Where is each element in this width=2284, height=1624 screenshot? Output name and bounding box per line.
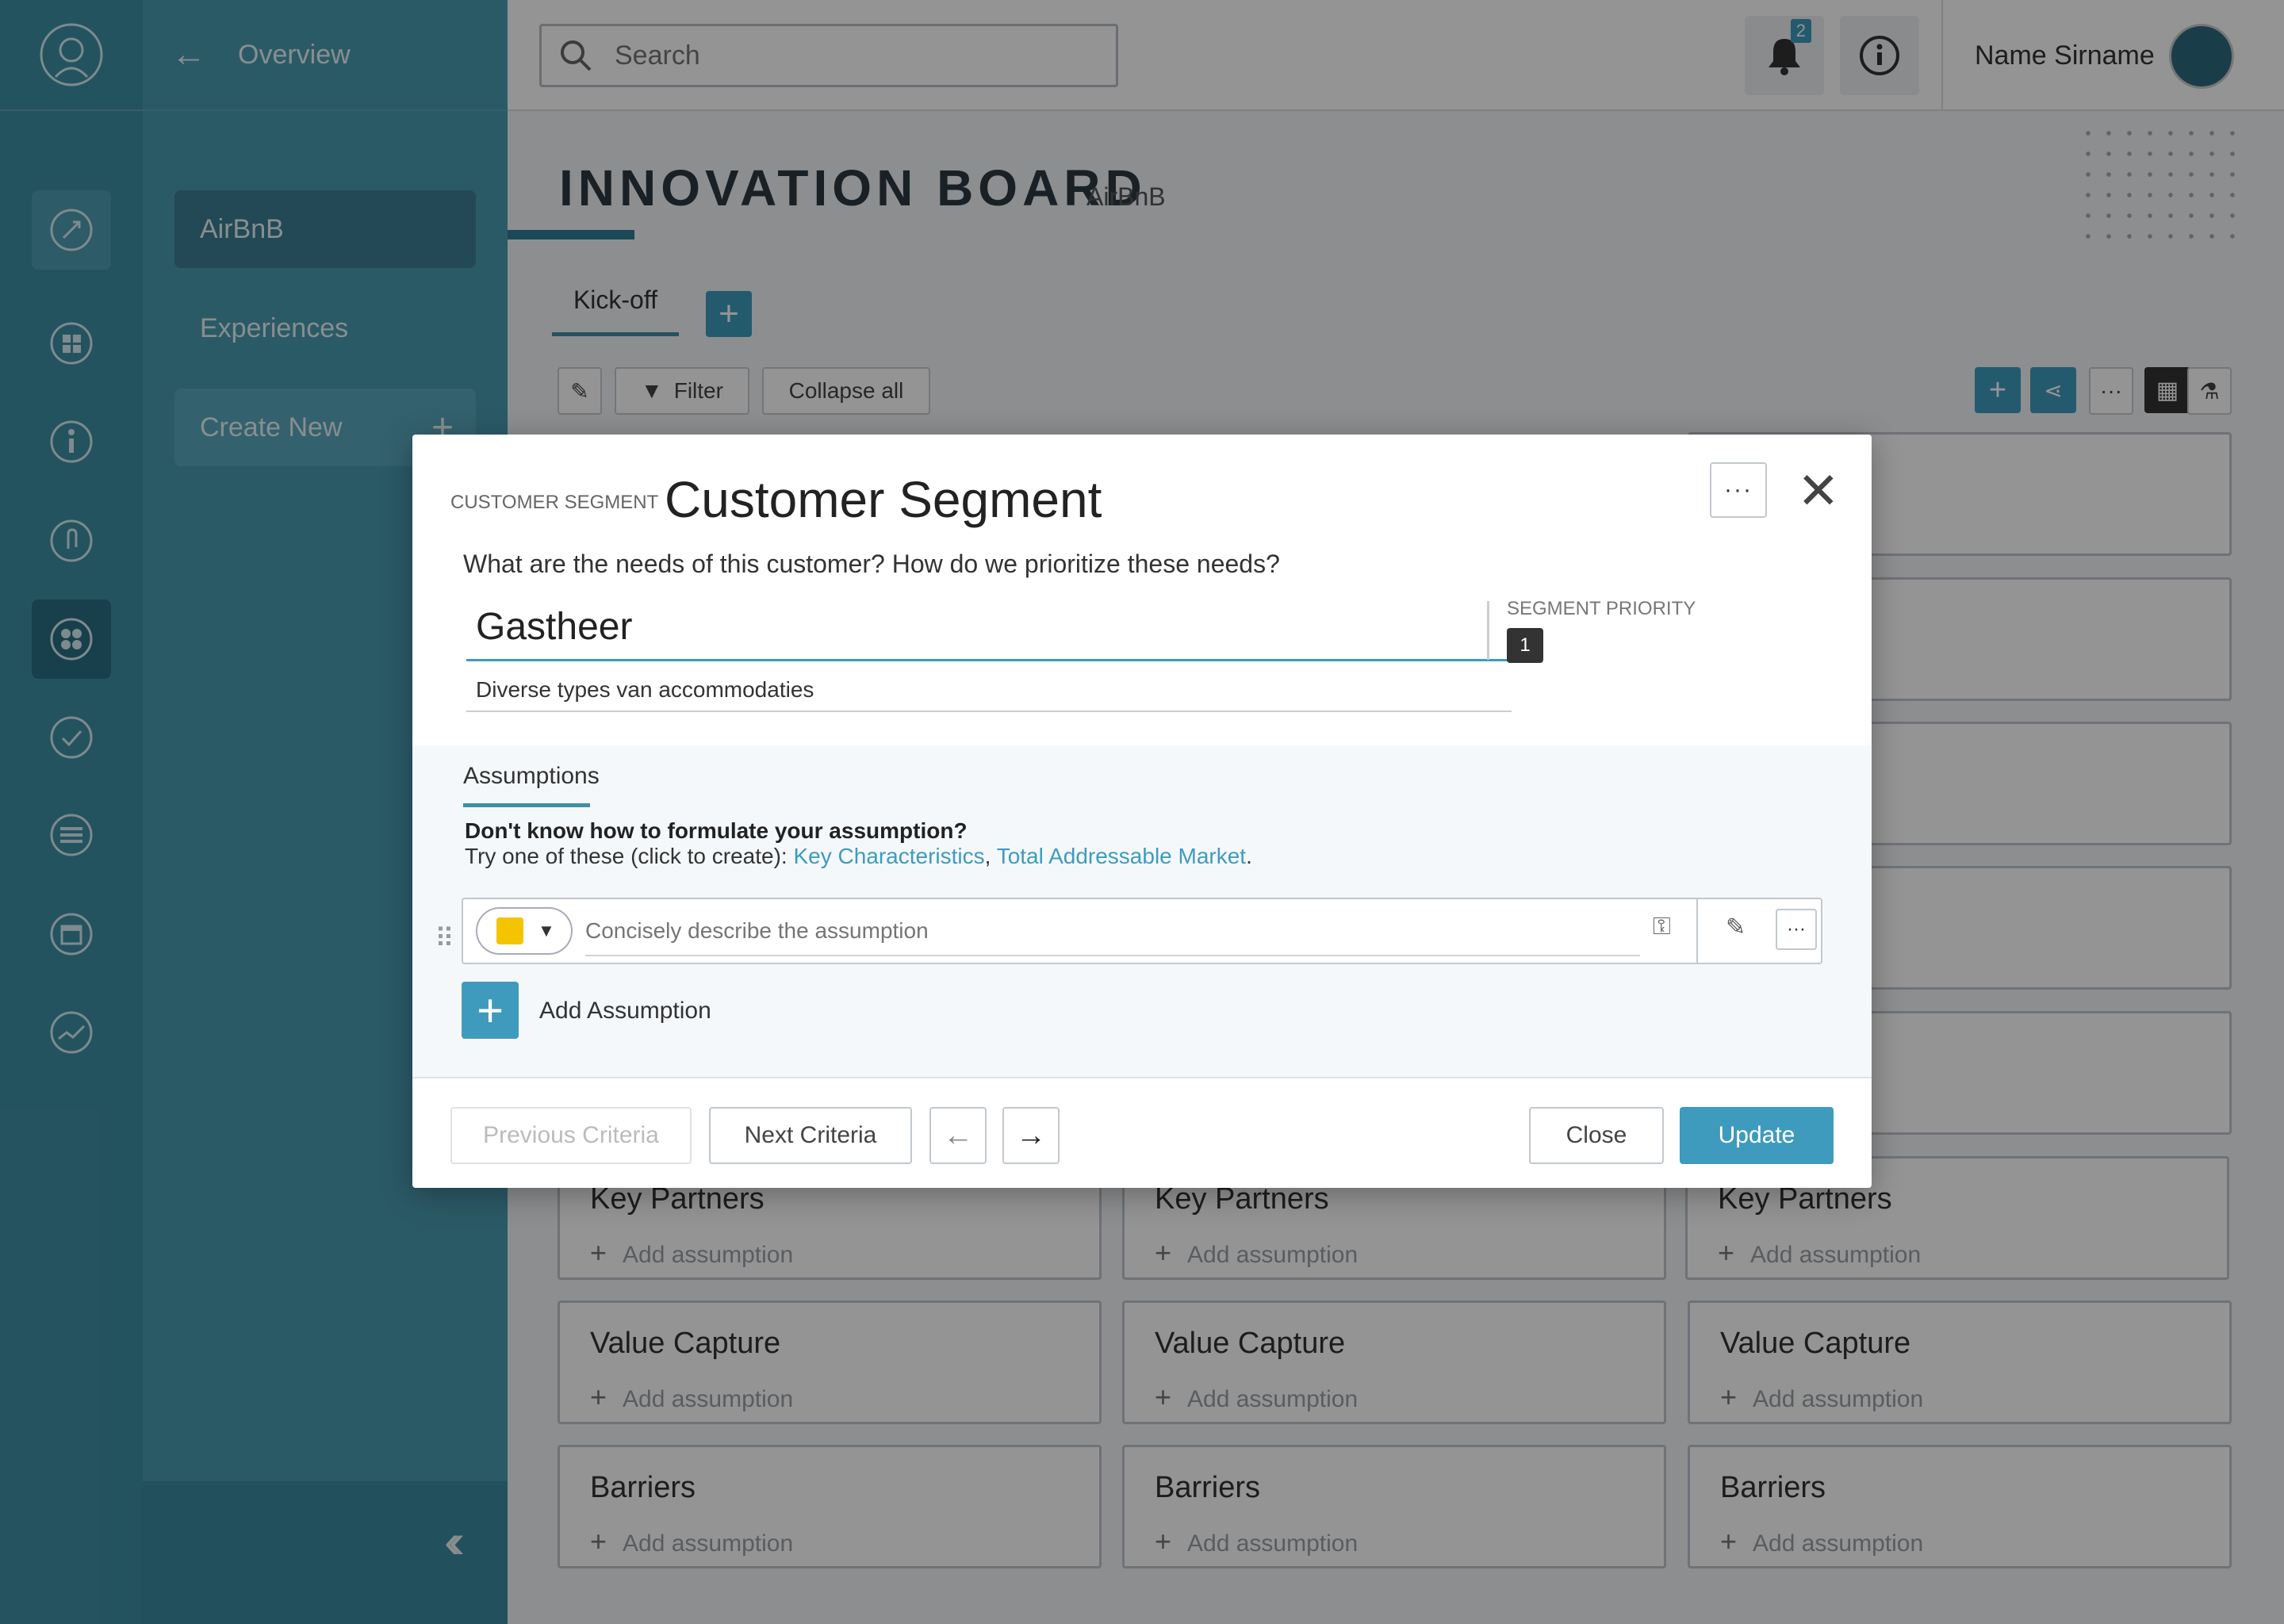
dialog-more-button[interactable]: ···	[1710, 462, 1767, 518]
tab-assumptions[interactable]: Assumptions	[463, 763, 600, 807]
previous-criteria-button[interactable]: Previous Criteria	[450, 1107, 692, 1164]
update-button[interactable]: Update	[1680, 1107, 1834, 1164]
help-title: Don't know how to formulate your assumpt…	[465, 818, 968, 843]
customer-segment-dialog: CUSTOMER SEGMENT Customer Segment ··· ✕ …	[412, 435, 1872, 1188]
segment-description-input[interactable]	[466, 669, 1512, 712]
assumption-more-button[interactable]: ···	[1776, 909, 1817, 950]
add-assumption-button[interactable]: +	[462, 982, 519, 1039]
add-assumption-label[interactable]: Add Assumption	[539, 998, 711, 1025]
assumption-input[interactable]	[585, 907, 1640, 956]
next-arrow-button[interactable]: →	[1002, 1107, 1060, 1164]
caret-down-icon: ▼	[538, 921, 555, 940]
dialog-title: Customer Segment	[665, 471, 1102, 528]
plus-icon: +	[477, 984, 504, 1036]
color-swatch	[496, 917, 523, 944]
pencil-icon[interactable]: ✎	[1726, 914, 1746, 941]
next-criteria-button[interactable]: Next Criteria	[709, 1107, 912, 1164]
dialog-close-button[interactable]: ✕	[1797, 462, 1840, 521]
priority-divider	[1487, 601, 1489, 660]
segment-priority-label: SEGMENT PRIORITY	[1507, 598, 1696, 619]
segment-name-input[interactable]	[466, 595, 1512, 661]
assumptions-section: Assumptions Don't know how to formulate …	[412, 745, 1872, 1078]
previous-arrow-button[interactable]: ←	[929, 1107, 987, 1164]
ellipsis-icon: ···	[1787, 918, 1806, 940]
drag-handle-icon[interactable]: ⠿	[435, 923, 454, 955]
dialog-type-label: CUSTOMER SEGMENT	[450, 492, 659, 513]
assumption-row: ▼ ⚿ ✎ ···	[462, 898, 1822, 964]
dialog-question: What are the needs of this customer? How…	[463, 550, 1280, 578]
color-picker[interactable]: ▼	[476, 907, 573, 955]
total-addressable-market-link[interactable]: Total Addressable Market	[997, 844, 1246, 868]
ellipsis-icon: ···	[1724, 477, 1753, 503]
arrow-right-icon: →	[1016, 1118, 1046, 1152]
row-divider	[1696, 899, 1698, 963]
segment-priority-badge[interactable]: 1	[1507, 628, 1543, 663]
key-characteristics-link[interactable]: Key Characteristics	[793, 844, 984, 868]
close-icon: ✕	[1797, 462, 1840, 519]
key-icon[interactable]: ⚿	[1653, 914, 1671, 940]
arrow-left-icon: ←	[943, 1118, 973, 1152]
close-button[interactable]: Close	[1529, 1107, 1664, 1164]
help-text: Try one of these (click to create): Key …	[465, 844, 1252, 868]
